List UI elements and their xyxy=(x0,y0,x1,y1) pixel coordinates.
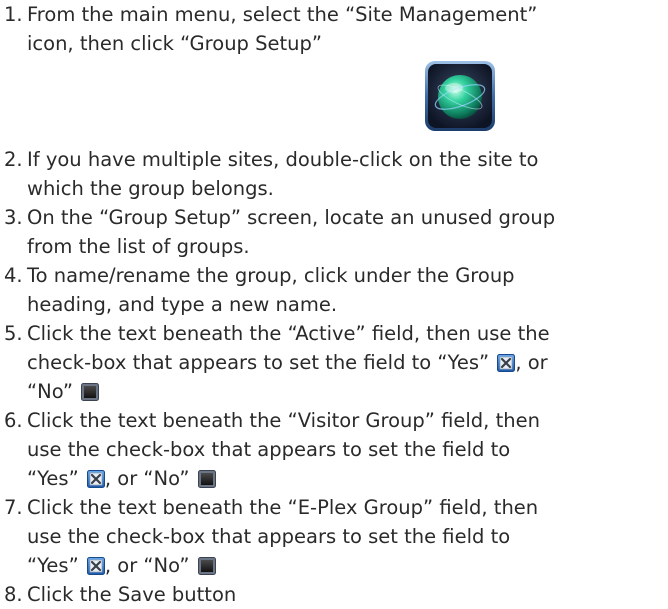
step-number: 8. xyxy=(4,583,23,606)
step-2: 2. If you have multiple sites, double-cl… xyxy=(0,145,668,203)
step-5: 5. Click the text beneath the “Active” f… xyxy=(0,319,668,406)
step-text-line-with-checkbox: “Yes” , or “No” xyxy=(27,464,668,493)
step-text-line: use the check-box that appears to set th… xyxy=(27,438,511,461)
step-4: 4. To name/rename the group, click under… xyxy=(0,261,668,319)
step-text-line: use the check-box that appears to set th… xyxy=(27,525,511,548)
step-text-line-with-checkbox: “Yes” , or “No” xyxy=(27,551,668,580)
instructions-document: 1. From the main menu, select the “Site … xyxy=(0,0,668,609)
steps-list: 1. From the main menu, select the “Site … xyxy=(0,0,668,609)
step-number: 6. xyxy=(4,409,23,432)
step-text-line: icon, then click “Group Setup” xyxy=(27,32,322,55)
checked-checkbox-icon xyxy=(87,470,105,488)
step-number: 5. xyxy=(4,322,23,345)
step-number: 1. xyxy=(4,3,23,26)
step-number: 2. xyxy=(4,148,23,171)
icon-spacer xyxy=(27,58,668,145)
step-number: 4. xyxy=(4,264,23,287)
step-text-line: On the “Group Setup” screen, locate an u… xyxy=(27,206,556,229)
step-text-line: Click the Save button xyxy=(27,583,237,606)
step-text: “No” xyxy=(27,380,74,403)
step-text-line: From the main menu, select the “Site Man… xyxy=(27,3,538,26)
step-number: 3. xyxy=(4,206,23,229)
step-text-line: Click the text beneath the “E-Plex Group… xyxy=(27,496,539,519)
checked-checkbox-icon xyxy=(87,557,105,575)
step-text-line: Click the text beneath the “Visitor Grou… xyxy=(27,409,540,432)
step-number: 7. xyxy=(4,496,23,519)
step-text-line: from the list of groups. xyxy=(27,235,250,258)
step-text-line: heading, and type a new name. xyxy=(27,293,338,316)
step-text-line: To name/rename the group, click under th… xyxy=(27,264,515,287)
step-text-line-with-checkbox: “No” xyxy=(27,377,668,406)
step-1: 1. From the main menu, select the “Site … xyxy=(0,0,668,145)
step-7: 7. Click the text beneath the “E-Plex Gr… xyxy=(0,493,668,580)
step-text-line: which the group belongs. xyxy=(27,177,274,200)
step-text: check-box that appears to set the field … xyxy=(27,351,490,374)
step-text: , or “No” xyxy=(104,554,190,577)
step-text: , or xyxy=(515,351,548,374)
step-6: 6. Click the text beneath the “Visitor G… xyxy=(0,406,668,493)
step-text-line: If you have multiple sites, double-click… xyxy=(27,148,539,171)
checked-checkbox-icon xyxy=(497,354,515,372)
site-management-icon xyxy=(425,61,495,131)
step-text: , or “No” xyxy=(104,467,190,490)
unchecked-checkbox-icon xyxy=(198,470,216,488)
unchecked-checkbox-icon xyxy=(198,557,216,575)
step-text: “Yes” xyxy=(27,554,79,577)
step-text-line-with-checkbox: check-box that appears to set the field … xyxy=(27,348,668,377)
step-text-line: Click the text beneath the “Active” fiel… xyxy=(27,322,550,345)
step-8: 8. Click the Save button xyxy=(0,580,668,609)
step-text: “Yes” xyxy=(27,467,79,490)
unchecked-checkbox-icon xyxy=(81,383,99,401)
step-3: 3. On the “Group Setup” screen, locate a… xyxy=(0,203,668,261)
